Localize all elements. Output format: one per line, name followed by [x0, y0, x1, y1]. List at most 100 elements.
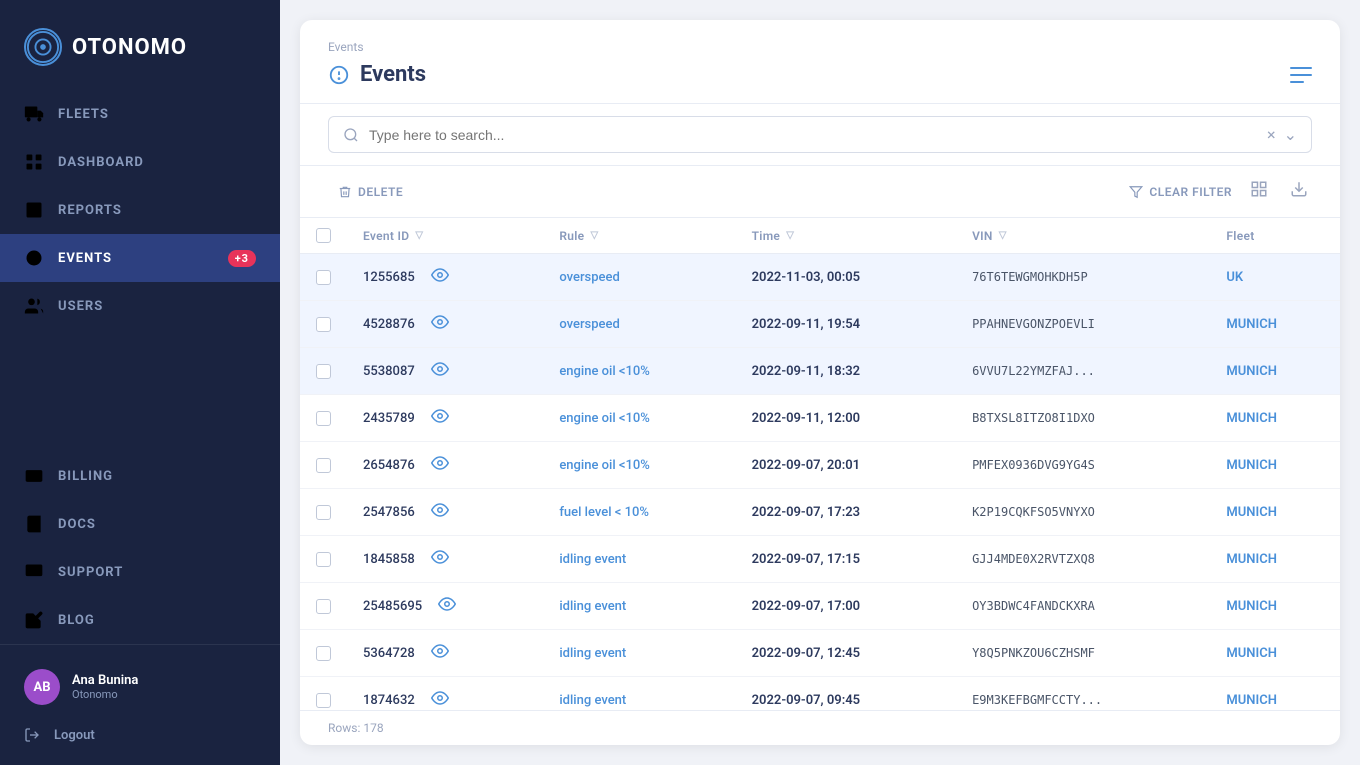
- page-title-row: Events: [328, 62, 1312, 87]
- dashboard-icon: [24, 152, 44, 172]
- view-event-button-0[interactable]: [431, 266, 449, 288]
- row-fleet-cell-9: MUNICH: [1210, 677, 1340, 711]
- row-checkbox-cell-5: [300, 489, 347, 536]
- th-rule: Rule ▽: [543, 218, 735, 254]
- row-fleet-cell-4: MUNICH: [1210, 442, 1340, 489]
- row-checkbox-5[interactable]: [316, 505, 331, 520]
- row-event-id-1: 4528876: [363, 317, 415, 332]
- row-checkbox-1[interactable]: [316, 317, 331, 332]
- row-checkbox-6[interactable]: [316, 552, 331, 567]
- search-caret-button[interactable]: ⌄: [1284, 125, 1297, 144]
- row-checkbox-4[interactable]: [316, 458, 331, 473]
- th-event-id: Event ID ▽: [347, 218, 543, 254]
- row-event-id-3: 2435789: [363, 411, 415, 426]
- view-event-button-3[interactable]: [431, 407, 449, 429]
- row-checkbox-9[interactable]: [316, 693, 331, 708]
- sidebar-item-blog[interactable]: BLOG: [0, 596, 280, 644]
- card-header: Events Events: [300, 20, 1340, 104]
- row-event-id-5: 2547856: [363, 505, 415, 520]
- table-row: 5538087 engine oil <10% 2022-09-11, 18:3…: [300, 348, 1340, 395]
- row-rule-cell-0: overspeed: [543, 254, 735, 301]
- support-label: SUPPORT: [58, 565, 123, 580]
- time-filter-icon[interactable]: ▽: [786, 230, 794, 241]
- search-input[interactable]: [369, 127, 1257, 143]
- view-event-button-8[interactable]: [431, 642, 449, 664]
- search-clear-button[interactable]: ×: [1267, 125, 1276, 144]
- row-vin-cell-4: PMFEX0936DVG9YG4S: [956, 442, 1210, 489]
- logo-area: OTONOMO: [0, 0, 280, 90]
- select-all-checkbox[interactable]: [316, 228, 331, 243]
- actions-right: CLEAR FILTER: [1129, 176, 1312, 207]
- view-event-button-4[interactable]: [431, 454, 449, 476]
- row-checkbox-cell-3: [300, 395, 347, 442]
- sidebar: OTONOMO FLEETS DASHBOARD: [0, 0, 280, 765]
- row-checkbox-cell-6: [300, 536, 347, 583]
- sidebar-nav: FLEETS DASHBOARD REPORTS: [0, 90, 280, 644]
- user-company: Otonomo: [72, 688, 138, 701]
- row-event-id-cell-9: 1874632: [347, 677, 543, 711]
- download-button[interactable]: [1286, 176, 1312, 207]
- rule-filter-icon[interactable]: ▽: [590, 230, 598, 241]
- event-id-filter-icon[interactable]: ▽: [415, 230, 423, 241]
- logout-button[interactable]: Logout: [0, 717, 280, 753]
- th-time: Time ▽: [736, 218, 956, 254]
- user-section: AB Ana Bunina Otonomo: [0, 657, 280, 717]
- row-fleet-cell-7: MUNICH: [1210, 583, 1340, 630]
- vin-filter-icon[interactable]: ▽: [999, 230, 1007, 241]
- row-vin-cell-8: Y8Q5PNKZOU6CZHSMF: [956, 630, 1210, 677]
- grid-view-button[interactable]: [1246, 176, 1272, 207]
- row-time-cell-7: 2022-09-07, 17:00: [736, 583, 956, 630]
- row-fleet-cell-2: MUNICH: [1210, 348, 1340, 395]
- row-event-id-7: 25485695: [363, 599, 422, 614]
- view-event-button-2[interactable]: [431, 360, 449, 382]
- row-fleet-cell-1: MUNICH: [1210, 301, 1340, 348]
- delete-button[interactable]: DELETE: [328, 180, 413, 204]
- row-vin-cell-7: OY3BDWC4FANDCKXRA: [956, 583, 1210, 630]
- sidebar-item-docs[interactable]: DOCS: [0, 500, 280, 548]
- sidebar-item-billing[interactable]: BILLING: [0, 452, 280, 500]
- view-event-button-1[interactable]: [431, 313, 449, 335]
- view-event-button-9[interactable]: [431, 689, 449, 710]
- row-event-id-0: 1255685: [363, 270, 415, 285]
- table-row: 2547856 fuel level < 10% 2022-09-07, 17:…: [300, 489, 1340, 536]
- search-bar: × ⌄: [328, 116, 1312, 153]
- row-checkbox-2[interactable]: [316, 364, 331, 379]
- sidebar-item-events[interactable]: EVENTS +3: [0, 234, 280, 282]
- row-checkbox-0[interactable]: [316, 270, 331, 285]
- blog-label: BLOG: [58, 613, 95, 628]
- view-event-button-7[interactable]: [438, 595, 456, 617]
- row-time-cell-8: 2022-09-07, 12:45: [736, 630, 956, 677]
- sidebar-item-reports[interactable]: REPORTS: [0, 186, 280, 234]
- row-rule-cell-8: idling event: [543, 630, 735, 677]
- view-event-button-5[interactable]: [431, 501, 449, 523]
- events-badge: +3: [228, 250, 256, 267]
- table-row: 2654876 engine oil <10% 2022-09-07, 20:0…: [300, 442, 1340, 489]
- row-event-id-cell-4: 2654876: [347, 442, 543, 489]
- row-time-cell-4: 2022-09-07, 20:01: [736, 442, 956, 489]
- breadcrumb: Events: [328, 40, 1312, 54]
- sidebar-item-users[interactable]: USERS: [0, 282, 280, 330]
- table-body: 1255685 overspeed 2022-11-03, 00:05 76T6…: [300, 254, 1340, 711]
- logout-icon: [24, 727, 40, 743]
- row-checkbox-8[interactable]: [316, 646, 331, 661]
- sidebar-item-dashboard[interactable]: DASHBOARD: [0, 138, 280, 186]
- row-checkbox-cell-2: [300, 348, 347, 395]
- row-event-id-cell-7: 25485695: [347, 583, 543, 630]
- clear-filter-button[interactable]: CLEAR FILTER: [1129, 185, 1232, 199]
- fleets-label: FLEETS: [58, 107, 109, 122]
- row-event-id-cell-5: 2547856: [347, 489, 543, 536]
- row-vin-cell-0: 76T6TEWGMOHKDH5P: [956, 254, 1210, 301]
- hamburger-line-2: [1290, 74, 1312, 76]
- sidebar-item-fleets[interactable]: FLEETS: [0, 90, 280, 138]
- user-info: Ana Bunina Otonomo: [72, 673, 138, 701]
- view-event-button-6[interactable]: [431, 548, 449, 570]
- row-vin-cell-5: K2P19CQKFSO5VNYXO: [956, 489, 1210, 536]
- sidebar-item-support[interactable]: SUPPORT: [0, 548, 280, 596]
- row-checkbox-7[interactable]: [316, 599, 331, 614]
- row-rule-cell-1: overspeed: [543, 301, 735, 348]
- main-content: Events Events: [280, 0, 1360, 765]
- row-checkbox-3[interactable]: [316, 411, 331, 426]
- delete-icon: [338, 185, 352, 199]
- row-event-id-cell-8: 5364728: [347, 630, 543, 677]
- hamburger-menu-button[interactable]: [1290, 67, 1312, 83]
